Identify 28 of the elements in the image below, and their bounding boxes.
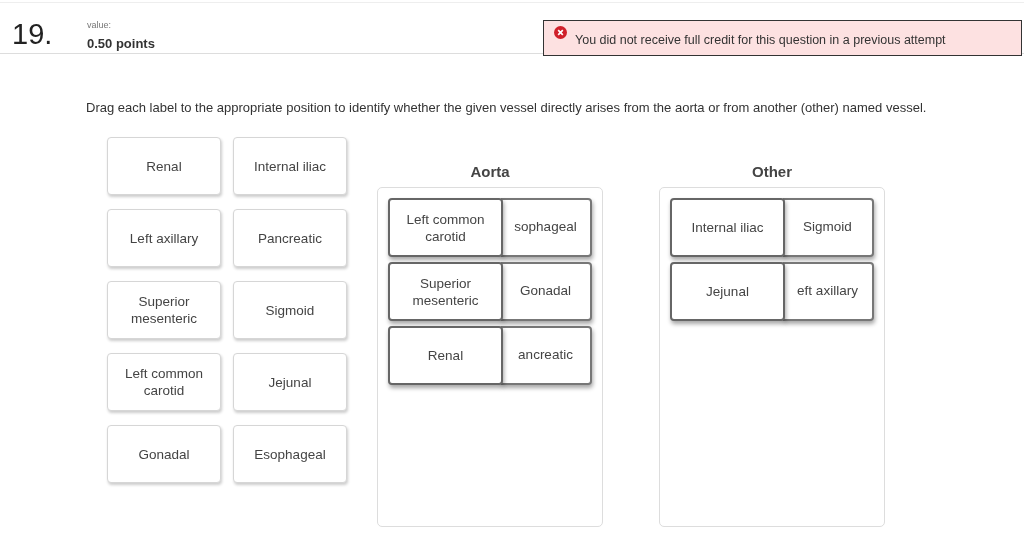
drag-label[interactable]: Pancreatic [233, 209, 347, 267]
alert-message: You did not receive full credit for this question in a previous attempt [575, 31, 946, 49]
placed-label[interactable]: Superior mesenteric [388, 262, 503, 321]
zone-heading: Aorta [470, 162, 510, 182]
drag-label[interactable]: Sigmoid [233, 281, 347, 339]
placed-label[interactable]: Internal iliac [670, 198, 785, 257]
placed-label[interactable]: Left common carotid [388, 198, 503, 257]
drag-label[interactable]: Jejunal [233, 353, 347, 411]
placed-label[interactable]: Gonadal [501, 262, 592, 321]
placed-label[interactable]: ancreatic [501, 326, 592, 385]
placed-label[interactable]: Renal [388, 326, 503, 385]
drag-label[interactable]: Gonadal [107, 425, 221, 483]
drag-label[interactable]: Renal [107, 137, 221, 195]
points-value: 0.50 points [87, 35, 155, 53]
question-number: 19. [12, 17, 53, 52]
placed-label[interactable]: sophageal [501, 198, 592, 257]
instruction-text: Drag each label to the appropriate position to identify whether the given vessel directly arises from the aorta or from another (other) named vessel. [86, 99, 928, 116]
zone-heading: Other [752, 162, 792, 182]
placed-label[interactable]: Jejunal [670, 262, 785, 321]
error-icon [554, 26, 567, 39]
drag-label[interactable]: Internal iliac [233, 137, 347, 195]
placed-label[interactable]: Sigmoid [783, 198, 874, 257]
drag-label[interactable]: Left common carotid [107, 353, 221, 411]
drag-label[interactable]: Superior mesenteric [107, 281, 221, 339]
drag-label[interactable]: Esophageal [233, 425, 347, 483]
placed-label[interactable]: eft axillary [783, 262, 874, 321]
drag-label[interactable]: Left axillary [107, 209, 221, 267]
value-label: value: [87, 19, 112, 32]
